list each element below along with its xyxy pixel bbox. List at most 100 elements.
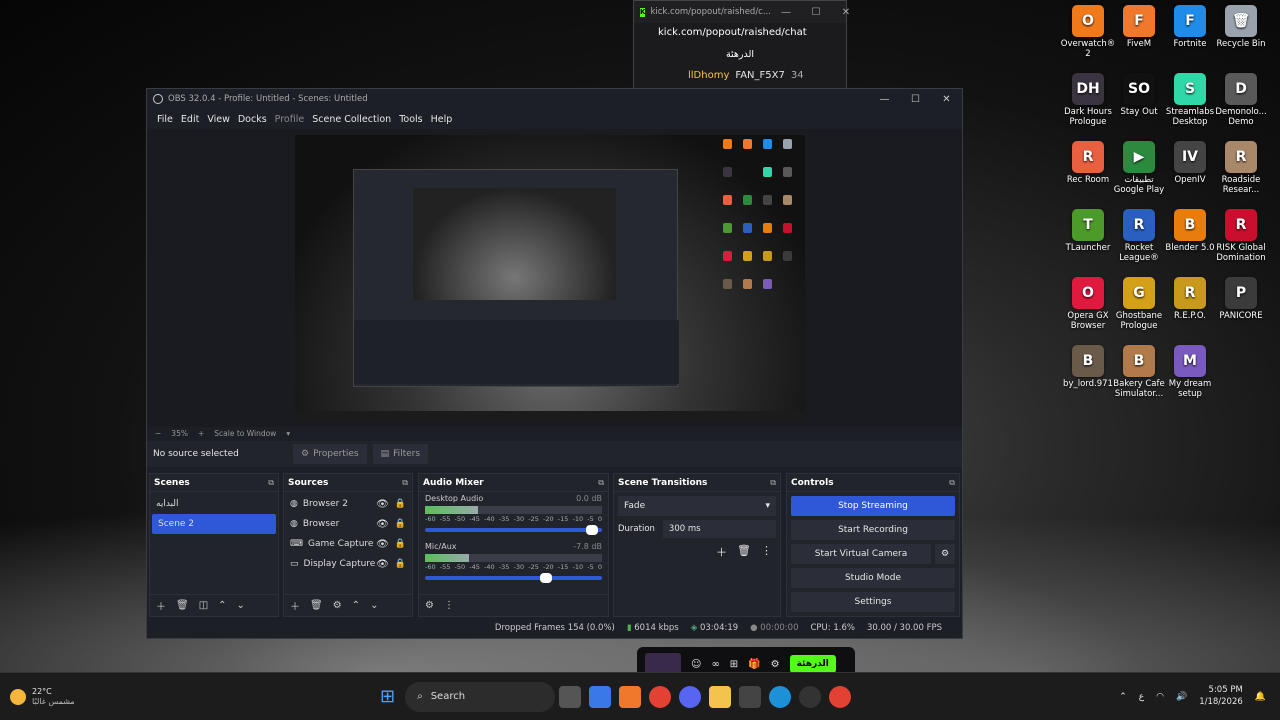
discord-icon[interactable] [679, 685, 702, 708]
start-recording-button[interactable]: Start Recording [791, 520, 955, 540]
kick-chat-window[interactable]: K kick.com/popout/raished/c... — ☐ ✕ kic… [633, 0, 850, 90]
menu-file[interactable]: File [153, 114, 177, 125]
settings-button[interactable]: Settings [791, 592, 955, 612]
filters-button[interactable]: ▤ Filters [372, 444, 429, 464]
trash-icon[interactable]: 🗑 [176, 600, 189, 611]
popout-icon[interactable]: ⧉ [598, 478, 604, 488]
scale-mode[interactable]: Scale to Window [214, 429, 276, 438]
maximize-icon[interactable]: ☐ [801, 7, 831, 18]
copilot-icon[interactable] [589, 685, 612, 708]
obs-window[interactable]: OBS 32.0.4 - Profile: Untitled - Scenes:… [146, 88, 963, 639]
more-icon[interactable]: ⋮ [444, 600, 454, 611]
obs-taskbar-icon[interactable] [799, 685, 822, 708]
popout-icon[interactable]: ⧉ [402, 478, 408, 488]
trash-icon[interactable]: 🗑 [737, 544, 751, 560]
chrome-icon[interactable] [829, 685, 852, 708]
lock-icon[interactable]: 🔒 [395, 539, 406, 549]
popout-icon[interactable]: ⧉ [268, 478, 274, 488]
kick-url-bar[interactable]: kick.com/popout/raished/chat [634, 23, 846, 45]
menu-docks[interactable]: Docks [234, 114, 271, 125]
clock[interactable]: 5:05 PM 1/18/2026 [1199, 685, 1243, 707]
desktop-icon[interactable]: R Roadside Resear... [1211, 141, 1271, 196]
close-icon[interactable]: ✕ [931, 94, 962, 105]
chevron-up-icon[interactable]: ⌃ [1119, 692, 1127, 702]
desktop-icon[interactable]: D Demonolo... Demo [1211, 73, 1271, 128]
add-icon[interactable]: ＋ [716, 544, 727, 560]
chrome-icon[interactable] [649, 685, 672, 708]
eye-icon[interactable]: 👁 [376, 519, 389, 530]
menu-view[interactable]: View [203, 114, 234, 125]
task-view-icon[interactable] [559, 685, 582, 708]
zoom-out-icon[interactable]: − [155, 429, 161, 438]
add-icon[interactable]: ＋ [290, 598, 300, 613]
wifi-icon[interactable]: ◠ [1156, 692, 1164, 702]
gear-icon[interactable]: ⚙ [935, 544, 955, 564]
lock-icon[interactable]: 🔒 [395, 499, 406, 509]
link-icon[interactable]: ∞ [711, 659, 719, 670]
gift-icon[interactable]: 🎁 [748, 659, 760, 670]
notification-icon[interactable]: 🔔 [1255, 692, 1266, 702]
search-box[interactable]: ⌕ Search [405, 681, 556, 712]
windows-start-icon[interactable]: ⊞ [380, 686, 395, 707]
duration-input[interactable]: 300 ms [662, 520, 776, 538]
volume-slider[interactable] [425, 525, 602, 535]
slider-knob[interactable] [540, 573, 553, 583]
eye-icon[interactable]: 👁 [376, 499, 389, 510]
menu-edit[interactable]: Edit [177, 114, 203, 125]
transition-select[interactable]: Fade ▾ [618, 496, 776, 516]
source-item[interactable]: ▭ Display Capture 👁 🔒 [284, 554, 412, 574]
scene-item-selected[interactable]: Scene 2 [152, 514, 276, 534]
desktop-icon[interactable]: M My dream setup [1160, 345, 1220, 400]
file-explorer-icon[interactable] [709, 685, 732, 708]
source-item[interactable]: ◍ Browser 👁 🔒 [284, 514, 412, 534]
add-icon[interactable]: ＋ [156, 598, 166, 613]
fivem-icon[interactable] [619, 685, 642, 708]
eye-icon[interactable]: 👁 [376, 559, 389, 570]
popout-icon[interactable]: ⧉ [770, 478, 776, 488]
popout-icon[interactable]: ⧉ [949, 478, 955, 488]
preview-canvas[interactable] [295, 135, 805, 421]
desktop-icon[interactable]: 🗑 Recycle Bin [1211, 5, 1271, 50]
menu-tools[interactable]: Tools [395, 114, 426, 125]
preview-area[interactable] [147, 129, 962, 427]
trash-icon[interactable]: 🗑 [310, 600, 323, 611]
desktop-icon[interactable]: R RISK Global Domination [1211, 209, 1271, 264]
arrow-up-icon[interactable]: ⌃ [218, 600, 226, 611]
arrow-down-icon[interactable]: ⌄ [370, 600, 378, 611]
properties-button[interactable]: ⚙ Properties [293, 444, 367, 464]
slider-knob[interactable] [586, 525, 599, 535]
arrow-up-icon[interactable]: ⌃ [352, 600, 360, 611]
gear-icon[interactable]: ⚙ [771, 659, 780, 670]
studio-mode-button[interactable]: Studio Mode [791, 568, 955, 588]
grid-icon[interactable]: ⊞ [730, 659, 738, 670]
menu-help[interactable]: Help [427, 114, 457, 125]
lock-icon[interactable]: 🔒 [395, 559, 406, 569]
store-icon[interactable] [739, 685, 762, 708]
source-item[interactable]: ⌨ Game Capture 👁 🔒 [284, 534, 412, 554]
start-virtual-camera-button[interactable]: Start Virtual Camera [791, 544, 931, 564]
smile-icon[interactable]: ☺ [691, 659, 701, 670]
menu-profile[interactable]: Profile [271, 114, 309, 125]
minimize-icon[interactable]: — [771, 7, 801, 18]
filter-icon[interactable]: ◫ [199, 600, 208, 611]
volume-icon[interactable]: 🔊 [1176, 692, 1187, 702]
eye-icon[interactable]: 👁 [376, 539, 389, 550]
close-icon[interactable]: ✕ [831, 7, 861, 18]
chat-send-button[interactable]: الدرهئة [789, 655, 836, 673]
zoom-in-icon[interactable]: + [198, 429, 204, 438]
chat-user[interactable]: FAN_F5X7 [735, 70, 784, 81]
more-icon[interactable]: ⋮ [761, 544, 772, 560]
desktop-icon[interactable]: P PANICORE [1211, 277, 1271, 322]
gear-icon[interactable]: ⚙ [425, 600, 434, 611]
volume-slider[interactable] [425, 573, 602, 583]
edge-icon[interactable] [769, 685, 792, 708]
chevron-down-icon[interactable]: ▾ [286, 429, 290, 438]
minimize-icon[interactable]: — [869, 94, 900, 105]
lang-indicator[interactable]: ع [1139, 692, 1144, 702]
stop-streaming-button[interactable]: Stop Streaming [791, 496, 955, 516]
source-item[interactable]: ◍ Browser 2 👁 🔒 [284, 494, 412, 514]
lock-icon[interactable]: 🔒 [395, 519, 406, 529]
chat-user[interactable]: llDhomy [688, 70, 729, 81]
arrow-down-icon[interactable]: ⌄ [237, 600, 245, 611]
gear-icon[interactable]: ⚙ [333, 600, 342, 611]
